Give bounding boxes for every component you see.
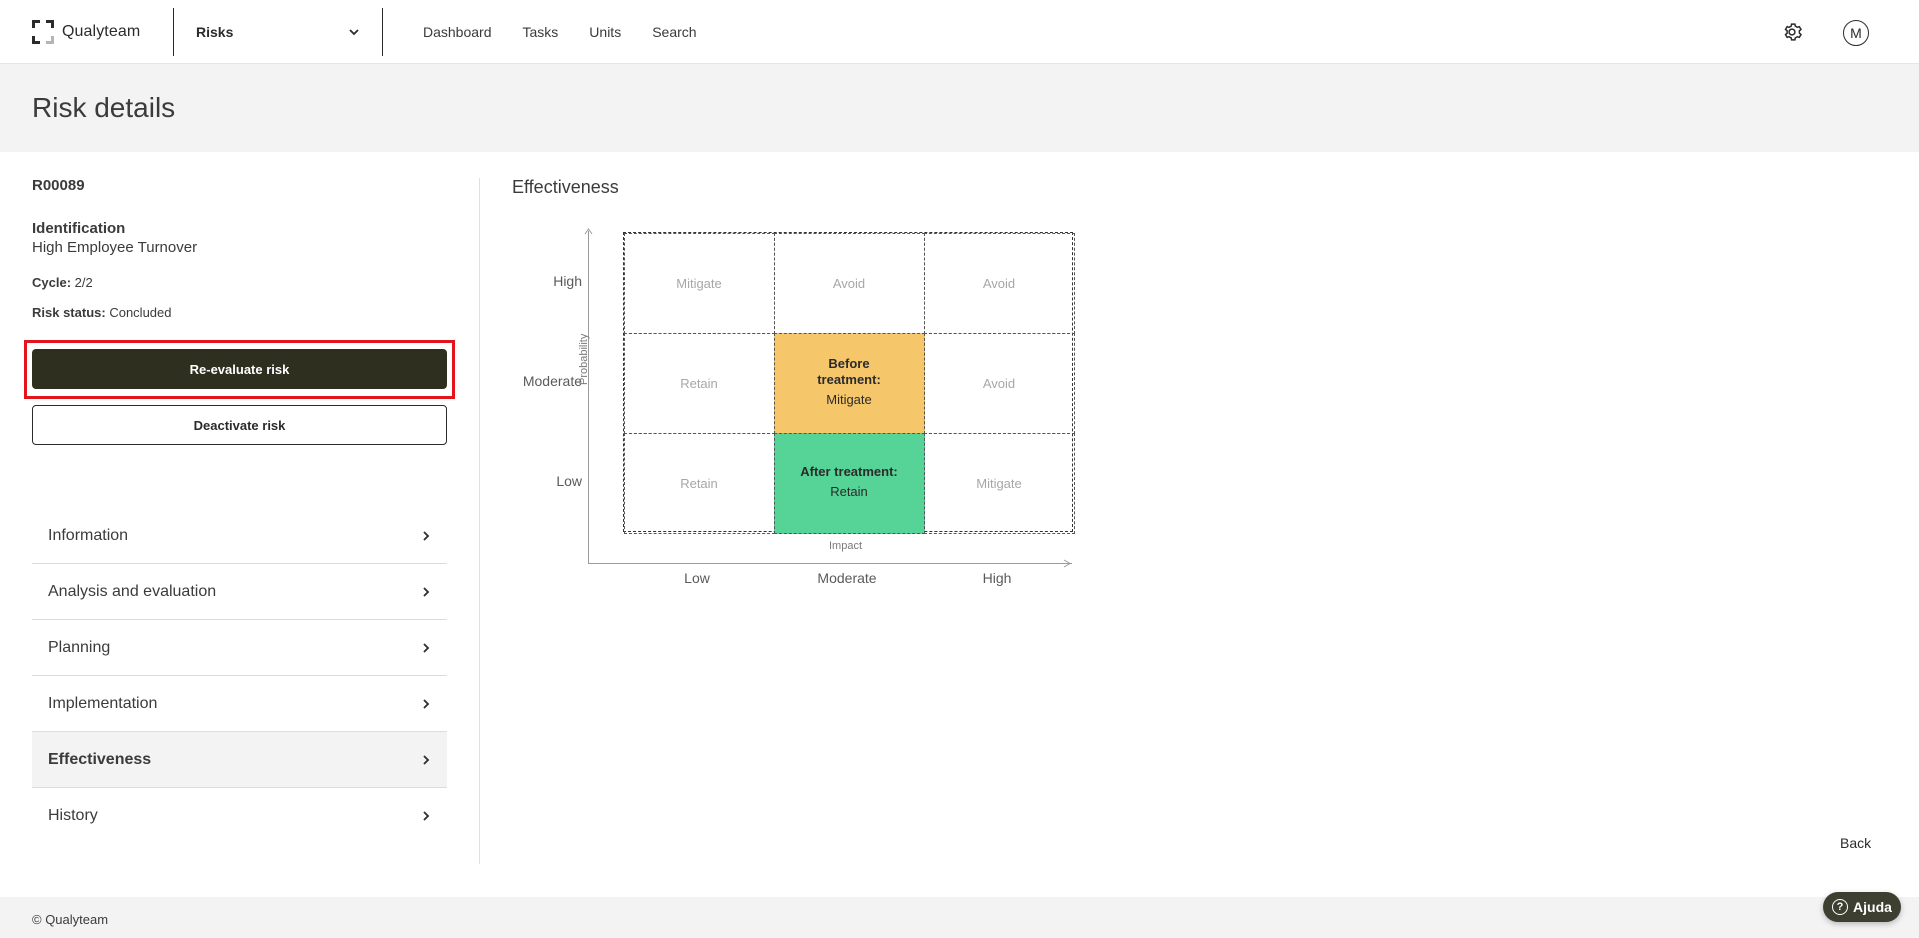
- page-title: Risk details: [32, 92, 176, 123]
- matrix-cell: Avoid: [773, 232, 925, 334]
- nav-units[interactable]: Units: [589, 24, 621, 40]
- matrix-cell: Retain: [623, 432, 775, 534]
- copyright: © Qualyteam: [32, 912, 109, 927]
- menu-item-label: History: [48, 807, 98, 824]
- y-level-high: High: [553, 273, 582, 289]
- nav-search[interactable]: Search: [652, 24, 696, 40]
- chevron-right-icon: [423, 698, 430, 709]
- header-divider: [382, 8, 383, 56]
- menu-item-analysis-and-evaluation[interactable]: Analysis and evaluation: [32, 564, 447, 620]
- y-level-moderate: Moderate: [522, 373, 582, 389]
- x-level-moderate: Moderate: [817, 570, 877, 586]
- section-title: Effectiveness: [512, 177, 619, 197]
- chevron-right-icon: [423, 586, 430, 597]
- footer: [0, 897, 1919, 938]
- arrow-up-icon: [584, 228, 593, 235]
- y-level-low: Low: [556, 473, 582, 489]
- matrix-cell: Mitigate: [923, 432, 1075, 534]
- x-axis-line: [588, 563, 1072, 564]
- menu-item-label: Analysis and evaluation: [48, 582, 217, 600]
- chevron-down-icon: [349, 29, 359, 36]
- module-selector[interactable]: Risks: [174, 0, 382, 64]
- module-selector-label: Risks: [196, 24, 234, 40]
- top-navigation-bar: Qualyteam Risks Dashboard Tasks Units Se…: [0, 0, 1919, 64]
- main-nav: Dashboard Tasks Units Search: [423, 0, 697, 64]
- menu-item-label: Planning: [48, 638, 111, 656]
- menu-item-planning[interactable]: Planning: [32, 620, 447, 676]
- risk-matrix: High Moderate Low Probability Mitigate A…: [512, 225, 1082, 595]
- chevron-right-icon: [423, 642, 430, 653]
- nav-dashboard[interactable]: Dashboard: [423, 24, 492, 40]
- identification-value: High Employee Turnover: [32, 239, 198, 256]
- x-axis-title: Impact: [829, 540, 863, 552]
- menu-item-information[interactable]: Information: [32, 508, 447, 564]
- menu-item-label: Implementation: [48, 694, 158, 712]
- after-treatment-value: Retain: [830, 484, 868, 499]
- y-axis-title: Probability: [578, 333, 590, 385]
- y-axis-line: [588, 231, 589, 563]
- before-treatment-value: Mitigate: [826, 392, 872, 407]
- reevaluate-risk-button[interactable]: Re-evaluate risk: [32, 349, 447, 389]
- before-treatment-cell: Before treatment: Mitigate: [773, 332, 925, 434]
- panel-divider: [479, 178, 480, 864]
- chevron-right-icon: [423, 530, 430, 541]
- after-treatment-cell: After treatment: Retain: [773, 432, 925, 534]
- chevron-right-icon: [423, 811, 430, 821]
- gear-icon[interactable]: [1782, 22, 1802, 42]
- cycle-label: Cycle:: [32, 275, 72, 290]
- risk-status: Risk status: Concluded: [32, 305, 171, 320]
- help-label: Ajuda: [1853, 899, 1892, 915]
- after-treatment-title: After treatment:: [800, 464, 898, 479]
- menu-item-effectiveness[interactable]: Effectiveness: [32, 732, 447, 788]
- x-level-low: Low: [684, 570, 710, 586]
- menu-item-label: Effectiveness: [48, 750, 152, 768]
- title-band: [0, 64, 1919, 152]
- arrow-right-icon: [1063, 559, 1071, 568]
- before-treatment-title: Before treatment:: [817, 356, 881, 387]
- matrix-cell: Avoid: [923, 332, 1075, 434]
- risk-sections-menu: Information Analysis and evaluation Plan…: [32, 508, 447, 844]
- menu-item-implementation[interactable]: Implementation: [32, 676, 447, 732]
- back-link[interactable]: Back: [1840, 835, 1871, 851]
- risk-status-value: Concluded: [109, 305, 172, 320]
- matrix-cell: Mitigate: [623, 232, 775, 334]
- matrix-cell: Retain: [623, 332, 775, 434]
- logo-mark-icon: [32, 20, 54, 44]
- risk-status-label: Risk status:: [32, 305, 106, 320]
- logo-text: Qualyteam: [62, 23, 141, 40]
- menu-item-history[interactable]: History: [32, 788, 447, 844]
- chevron-right-icon: [423, 754, 430, 765]
- cycle-value: 2/2: [74, 275, 93, 290]
- nav-tasks[interactable]: Tasks: [523, 24, 559, 40]
- qualyteam-logo[interactable]: Qualyteam: [32, 18, 140, 46]
- risk-code: R00089: [32, 177, 85, 194]
- identification-label: Identification: [32, 220, 126, 237]
- menu-item-label: Information: [48, 526, 129, 544]
- question-mark-icon: ?: [1832, 899, 1849, 915]
- user-avatar[interactable]: M: [1843, 20, 1869, 46]
- matrix-cell: Avoid: [923, 232, 1075, 334]
- matrix-grid: Mitigate Avoid Avoid Retain Before treat…: [623, 232, 1075, 534]
- help-button[interactable]: ? Ajuda: [1823, 892, 1901, 922]
- deactivate-risk-button[interactable]: Deactivate risk: [32, 405, 447, 445]
- cycle-info: Cycle: 2/2: [32, 275, 93, 290]
- x-level-high: High: [982, 570, 1012, 586]
